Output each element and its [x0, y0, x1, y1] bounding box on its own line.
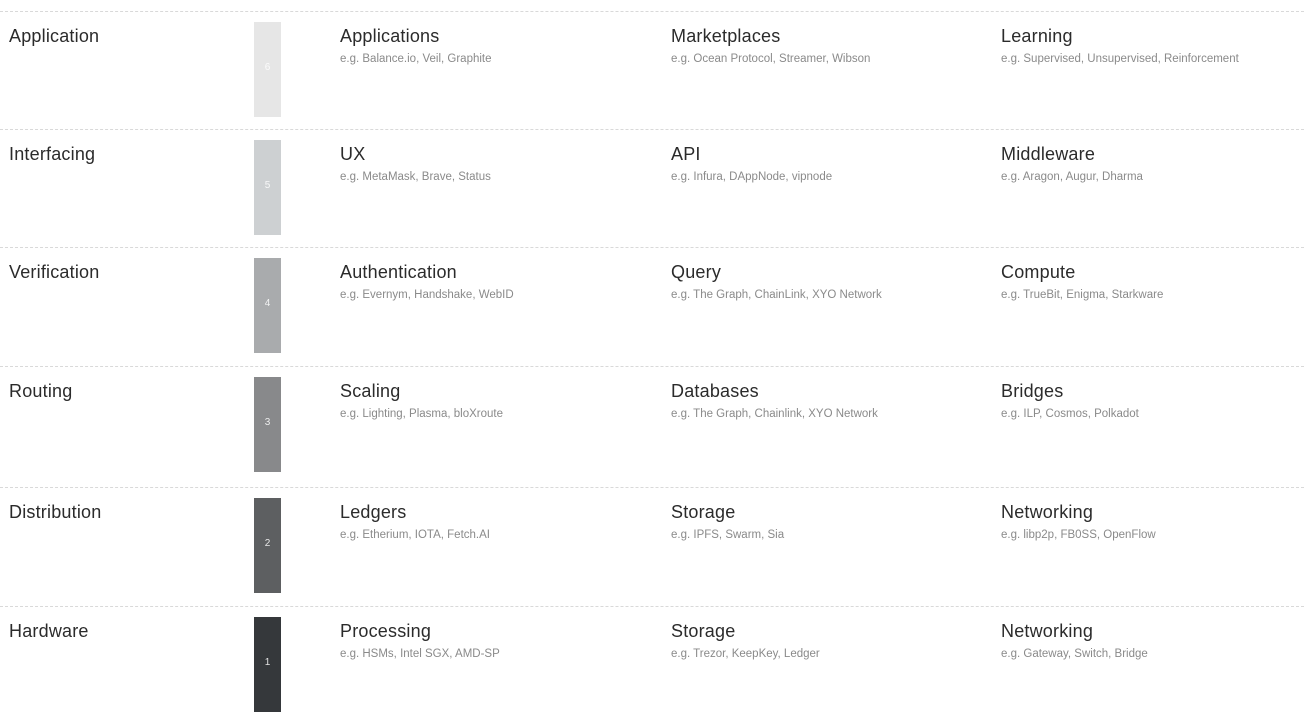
component-title: UX	[340, 144, 366, 164]
layer-level-bar: 3	[254, 377, 281, 472]
component-examples: e.g. ILP, Cosmos, Polkadot	[1001, 408, 1139, 420]
layer-component: Applications e.g. Balance.io, Veil, Graph…	[340, 25, 492, 67]
component-examples: e.g. Ocean Protocol, Streamer, Wibson	[671, 53, 871, 65]
layer-row-hardware: Hardware 1 Processing e.g. HSMs, Intel SGX,…	[0, 607, 1304, 725]
layer-level-bar: 1	[254, 617, 281, 712]
layer-number: 3	[264, 417, 271, 428]
component-title: Databases	[671, 381, 759, 401]
component-title: Applications	[340, 26, 440, 46]
layer-component: Compute e.g. TrueBit, Enigma, Starkware	[1001, 261, 1163, 303]
layer-level-bar: 5	[254, 140, 281, 235]
component-examples: e.g. Lighting, Plasma, bloXroute	[340, 408, 504, 420]
layer-name: Routing	[9, 381, 73, 401]
layer-component: Query e.g. The Graph, ChainLink, XYO Netw…	[671, 261, 882, 303]
layer-component: Marketplaces e.g. Ocean Protocol, Streame…	[671, 25, 870, 67]
component-examples: e.g. HSMs, Intel SGX, AMD-SP	[340, 648, 500, 660]
component-title: API	[671, 144, 701, 164]
layer-component: UX e.g. MetaMask, Brave, Status	[340, 143, 491, 185]
component-examples: e.g. libp2p, FB0SS, OpenFlow	[1001, 529, 1156, 541]
component-examples: e.g. IPFS, Swarm, Sia	[671, 529, 785, 541]
component-examples: e.g. Infura, DAppNode, vipnode	[671, 171, 833, 183]
layer-component: Learning e.g. Supervised, Unsupervised, R…	[1001, 25, 1239, 67]
component-examples: e.g. Evernym, Handshake, WebID	[340, 289, 514, 301]
layer-component: Storage e.g. Trezor, KeepKey, Ledger	[671, 620, 820, 662]
layer-level-bar: 6	[254, 22, 281, 117]
layer-number: 1	[264, 657, 271, 668]
layer-level-bar: 2	[254, 498, 281, 593]
layer-row-interfacing: Interfacing 5 UX e.g. MetaMask, Brave, Stat…	[0, 130, 1304, 248]
layer-row-application: Application 6 Applications e.g. Balance.io,…	[0, 12, 1304, 130]
layer-component: Bridges e.g. ILP, Cosmos, Polkadot	[1001, 380, 1139, 422]
layer-component: Networking e.g. Gateway, Switch, Bridge	[1001, 620, 1148, 662]
component-title: Storage	[671, 621, 736, 641]
layer-row-distribution: Distribution 2 Ledgers e.g. Etherium, IOTA,…	[0, 488, 1304, 606]
layer-level-bar: 4	[254, 258, 281, 353]
component-examples: e.g. Gateway, Switch, Bridge	[1001, 648, 1148, 660]
component-title: Ledgers	[340, 502, 407, 522]
layer-component: Scaling e.g. Lighting, Plasma, bloXroute	[340, 380, 503, 422]
component-title: Compute	[1001, 262, 1076, 282]
layer-component: Processing e.g. HSMs, Intel SGX, AMD-SP	[340, 620, 500, 662]
layer-component: Databases e.g. The Graph, Chainlink, XYO …	[671, 380, 878, 422]
layer-name: Application	[9, 26, 100, 46]
component-examples: e.g. Supervised, Unsupervised, Reinforce…	[1001, 53, 1239, 65]
layer-number: 4	[264, 298, 271, 309]
component-examples: e.g. The Graph, Chainlink, XYO Network	[671, 408, 878, 420]
component-examples: e.g. Trezor, KeepKey, Ledger	[671, 648, 820, 660]
component-title: Networking	[1001, 621, 1094, 641]
layer-component: Ledgers e.g. Etherium, IOTA, Fetch.AI	[340, 501, 490, 543]
layer-name: Verification	[9, 262, 100, 282]
layer-component: Authentication e.g. Evernym, Handshake, W…	[340, 261, 514, 303]
component-title: Query	[671, 262, 722, 282]
component-title: Processing	[340, 621, 432, 641]
component-examples: e.g. The Graph, ChainLink, XYO Network	[671, 289, 882, 301]
component-title: Networking	[1001, 502, 1094, 522]
component-examples: e.g. Aragon, Augur, Dharma	[1001, 171, 1143, 183]
component-examples: e.g. Balance.io, Veil, Graphite	[340, 53, 492, 65]
layer-row-verification: Verification 4 Authentication e.g. Evernym,…	[0, 248, 1304, 366]
component-title: Middleware	[1001, 144, 1096, 164]
component-title: Authentication	[340, 262, 457, 282]
component-examples: e.g. TrueBit, Enigma, Starkware	[1001, 289, 1164, 301]
layer-name: Interfacing	[9, 144, 96, 164]
component-title: Bridges	[1001, 381, 1064, 401]
component-title: Scaling	[340, 381, 401, 401]
component-examples: e.g. Etherium, IOTA, Fetch.AI	[340, 529, 490, 541]
layer-component: Storage e.g. IPFS, Swarm, Sia	[671, 501, 784, 543]
component-examples: e.g. MetaMask, Brave, Status	[340, 171, 491, 183]
component-title: Learning	[1001, 26, 1073, 46]
component-title: Storage	[671, 502, 736, 522]
layer-row-routing: Routing 3 Scaling e.g. Lighting, Plasma, bl…	[0, 367, 1304, 485]
layer-number: 2	[264, 538, 271, 549]
layer-name: Distribution	[9, 502, 102, 522]
layer-component: API e.g. Infura, DAppNode, vipnode	[671, 143, 832, 185]
layer-component: Networking e.g. libp2p, FB0SS, OpenFlow	[1001, 501, 1156, 543]
layer-component: Middleware e.g. Aragon, Augur, Dharma	[1001, 143, 1143, 185]
component-title: Marketplaces	[671, 26, 781, 46]
layer-number: 5	[264, 180, 271, 191]
layer-name: Hardware	[9, 621, 89, 641]
layer-number: 6	[264, 62, 271, 73]
